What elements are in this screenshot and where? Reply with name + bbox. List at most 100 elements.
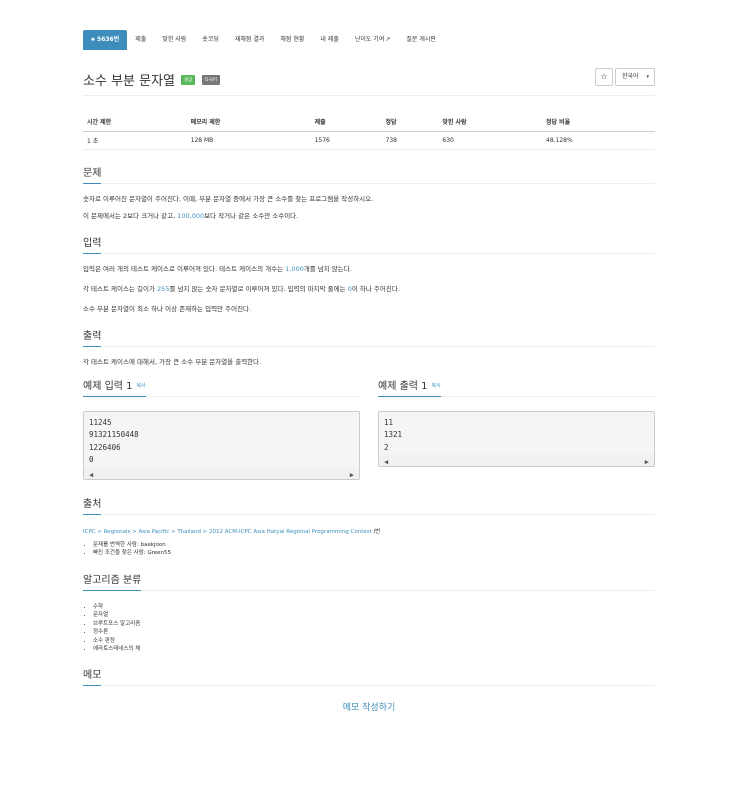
tab-shortcoding[interactable]: 숏코딩	[194, 30, 227, 50]
text-fragment: 입력은 여러 개의 테스트 케이스로 이루어져 있다. 테스트 케이스의 개수는	[83, 264, 286, 273]
list-item[interactable]: 에라토스테네스의 체	[93, 645, 655, 654]
table-header-row: 시간 제한 메모리 제한 제출 정답 맞힌 사람 정답 비율	[83, 113, 655, 132]
list-item[interactable]: 소수 판정	[93, 637, 655, 646]
number-highlight: 1,000	[285, 264, 304, 273]
tab-label: 재채점 결과	[234, 36, 265, 43]
sample-line: 91321150448	[89, 430, 139, 439]
tab-label: 내 제출	[320, 36, 339, 43]
problem-text: 숫자로 이루어진 문자열이 주어진다. 이때, 부분 문자열 중에서 가장 큰 …	[83, 194, 374, 203]
source-link[interactable]: 2012 ACM-ICPC Asia Hatyai Regional Progr…	[209, 529, 372, 535]
table-header: 맞힌 사람	[438, 113, 542, 132]
sample-output: 예제 출력 1 복사 11 1321 2 ◀ ▶	[378, 377, 655, 480]
tab-label: 채점 현황	[280, 36, 305, 43]
sample-line: 1226406	[89, 442, 121, 452]
section-heading-label: 예제 출력 1	[378, 380, 428, 392]
multilang-badge: 다국어	[201, 74, 220, 85]
horizontal-scrollbar[interactable]: ◀ ▶	[379, 454, 654, 466]
input-text: 입력은 여러 개의 테스트 케이스로 이루어져 있다. 테스트 케이스의 개수는…	[83, 265, 655, 274]
list-item[interactable]: 브루트포스 알고리즘	[93, 620, 655, 629]
accepted-count: 738	[381, 131, 439, 150]
tab-difficulty[interactable]: 난이도 기여↗	[347, 30, 399, 50]
scroll-right-icon[interactable]: ▶	[645, 456, 649, 469]
problem-page: ⎈ 5636번 제출 맞힌 사람 숏코딩 재채점 결과 채점 현황 내 제출 난이…	[83, 30, 655, 713]
accept-ratio: 48.128%	[542, 131, 655, 150]
tab-label: 5636번	[97, 36, 120, 43]
memo-section: 메모 메모 작성하기	[83, 666, 655, 713]
tab-qna[interactable]: 질문 게시판	[398, 30, 444, 50]
tab-label: 난이도 기여	[354, 36, 385, 43]
tab-problem[interactable]: ⎈ 5636번	[83, 30, 128, 50]
write-memo-link[interactable]: 메모 작성하기	[83, 700, 655, 713]
section-heading: 문제	[83, 164, 655, 184]
source-link[interactable]: Thailand	[177, 529, 201, 535]
language-dropdown[interactable]: 한국어 ▾	[615, 68, 655, 86]
list-item[interactable]: 정수론	[93, 628, 655, 637]
section-heading: 알고리즘 분류	[83, 571, 655, 591]
examples: 예제 입력 1 복사 11245 91321150448 1226406 0 ◀ ▶…	[83, 377, 655, 480]
list-item[interactable]: 문자열	[93, 611, 655, 620]
tab-label: 제출	[135, 36, 147, 43]
section-heading: 출처	[83, 495, 655, 515]
tab-rejudge[interactable]: 재채점 결과	[227, 30, 273, 50]
section-heading: 입력	[83, 234, 655, 254]
output-text: 각 테스트 케이스에 대해서, 가장 큰 소수 부분 문자열을 출력한다.	[83, 357, 262, 366]
problem-icon: ⎈	[91, 37, 96, 43]
output-section: 출력 각 테스트 케이스에 대해서, 가장 큰 소수 부분 문자열을 출력한다.	[83, 327, 655, 367]
language-label: 한국어	[622, 73, 639, 80]
table-header: 제출	[310, 113, 382, 132]
sample-line: 0	[89, 455, 94, 464]
problem-title-block: 소수 부분 문자열 성공 다국어	[83, 70, 220, 89]
input-section: 입력 입력은 여러 개의 테스트 케이스로 이루어져 있다. 테스트 케이스의 …	[83, 234, 655, 314]
problem-nav-tabs: ⎈ 5636번 제출 맞힌 사람 숏코딩 재채점 결과 채점 현황 내 제출 난이…	[83, 30, 655, 50]
source-breadcrumb: ICPC > Regionals > Asia Pacific > Thaila…	[83, 528, 381, 535]
source-link[interactable]: Regionals	[104, 529, 131, 535]
table-row: 1 초 128 MB 1576 738 630 48.128%	[83, 131, 655, 150]
table-header: 메모리 제한	[186, 113, 311, 132]
section-heading: 예제 출력 1 복사	[378, 377, 655, 397]
tab-label: 질문 게시판	[406, 36, 436, 43]
number-highlight: 100,000	[177, 211, 205, 220]
copy-output-button[interactable]: 복사	[432, 383, 441, 389]
sample-line: 11245	[89, 417, 112, 427]
scroll-left-icon[interactable]: ◀	[384, 456, 388, 469]
tab-submit[interactable]: 제출	[127, 30, 154, 50]
tab-status[interactable]: 채점 현황	[272, 30, 312, 50]
credits-list: 문제를 번역한 사람: baekjoon 빠진 조건을 찾은 사람: Green…	[83, 541, 655, 558]
problem-header: 소수 부분 문자열 성공 다국어 ☆ 한국어 ▾	[83, 68, 655, 96]
list-item: 빠진 조건을 찾은 사람: Green55	[93, 549, 655, 558]
problem-text: 이 문제에서는 2보다 크거나 같고, 100,000보다 작거나 같은 소수만…	[83, 212, 655, 221]
problem-info-table: 시간 제한 메모리 제한 제출 정답 맞힌 사람 정답 비율 1 초 128 M…	[83, 113, 655, 150]
tab-label: 숏코딩	[202, 36, 219, 43]
source-link[interactable]: Asia Pacific	[138, 529, 169, 535]
submission-count: 1576	[310, 131, 382, 150]
text-fragment: 각 테스트 케이스는 길이가	[83, 284, 158, 293]
list-item[interactable]: 수학	[93, 603, 655, 612]
input-text: 각 테스트 케이스는 길이가 255를 넘지 않는 숫자 문자열로 이루어져 있…	[83, 285, 655, 294]
star-button[interactable]: ☆	[595, 68, 613, 86]
algorithm-list: 수학 문자열 브루트포스 알고리즘 정수론 소수 판정 에라토스테네스의 체	[83, 603, 655, 654]
scroll-left-icon[interactable]: ◀	[89, 469, 93, 482]
external-link-icon: ↗	[385, 36, 391, 43]
star-icon: ☆	[600, 72, 608, 81]
text-fragment: 를 넘지 않는 숫자 문자열로 이루어져 있다. 입력의 마지막 줄에는	[169, 284, 348, 293]
table-header: 정답	[381, 113, 439, 132]
section-heading-label: 문제	[83, 167, 102, 184]
page-title: 소수 부분 문자열	[83, 74, 175, 89]
horizontal-scrollbar[interactable]: ◀ ▶	[84, 466, 359, 482]
sample-input-box: 11245 91321150448 1226406 0 ◀ ▶	[83, 410, 360, 482]
caret-down-icon: ▾	[646, 74, 649, 80]
success-badge: 성공	[181, 74, 196, 85]
algorithm-section: 알고리즘 분류 수학 문자열 브루트포스 알고리즘 정수론 소수 판정 에라토스…	[83, 571, 655, 654]
tab-label: 맞힌 사람	[162, 36, 187, 43]
copy-input-button[interactable]: 복사	[137, 383, 146, 389]
sample-output-box: 11 1321 2 ◀ ▶	[378, 410, 655, 467]
solver-count: 630	[438, 131, 542, 150]
tab-my-submissions[interactable]: 내 제출	[312, 30, 346, 50]
scroll-right-icon[interactable]: ▶	[350, 469, 354, 482]
section-heading-label: 출력	[83, 330, 102, 347]
table-header: 시간 제한	[83, 113, 187, 132]
source-link[interactable]: ICPC	[83, 529, 96, 535]
tab-solvers[interactable]: 맞힌 사람	[154, 30, 194, 50]
text-fragment: 보다 작거나 같은 소수만 소수이다.	[204, 211, 299, 220]
sample-line: 11	[384, 417, 394, 427]
